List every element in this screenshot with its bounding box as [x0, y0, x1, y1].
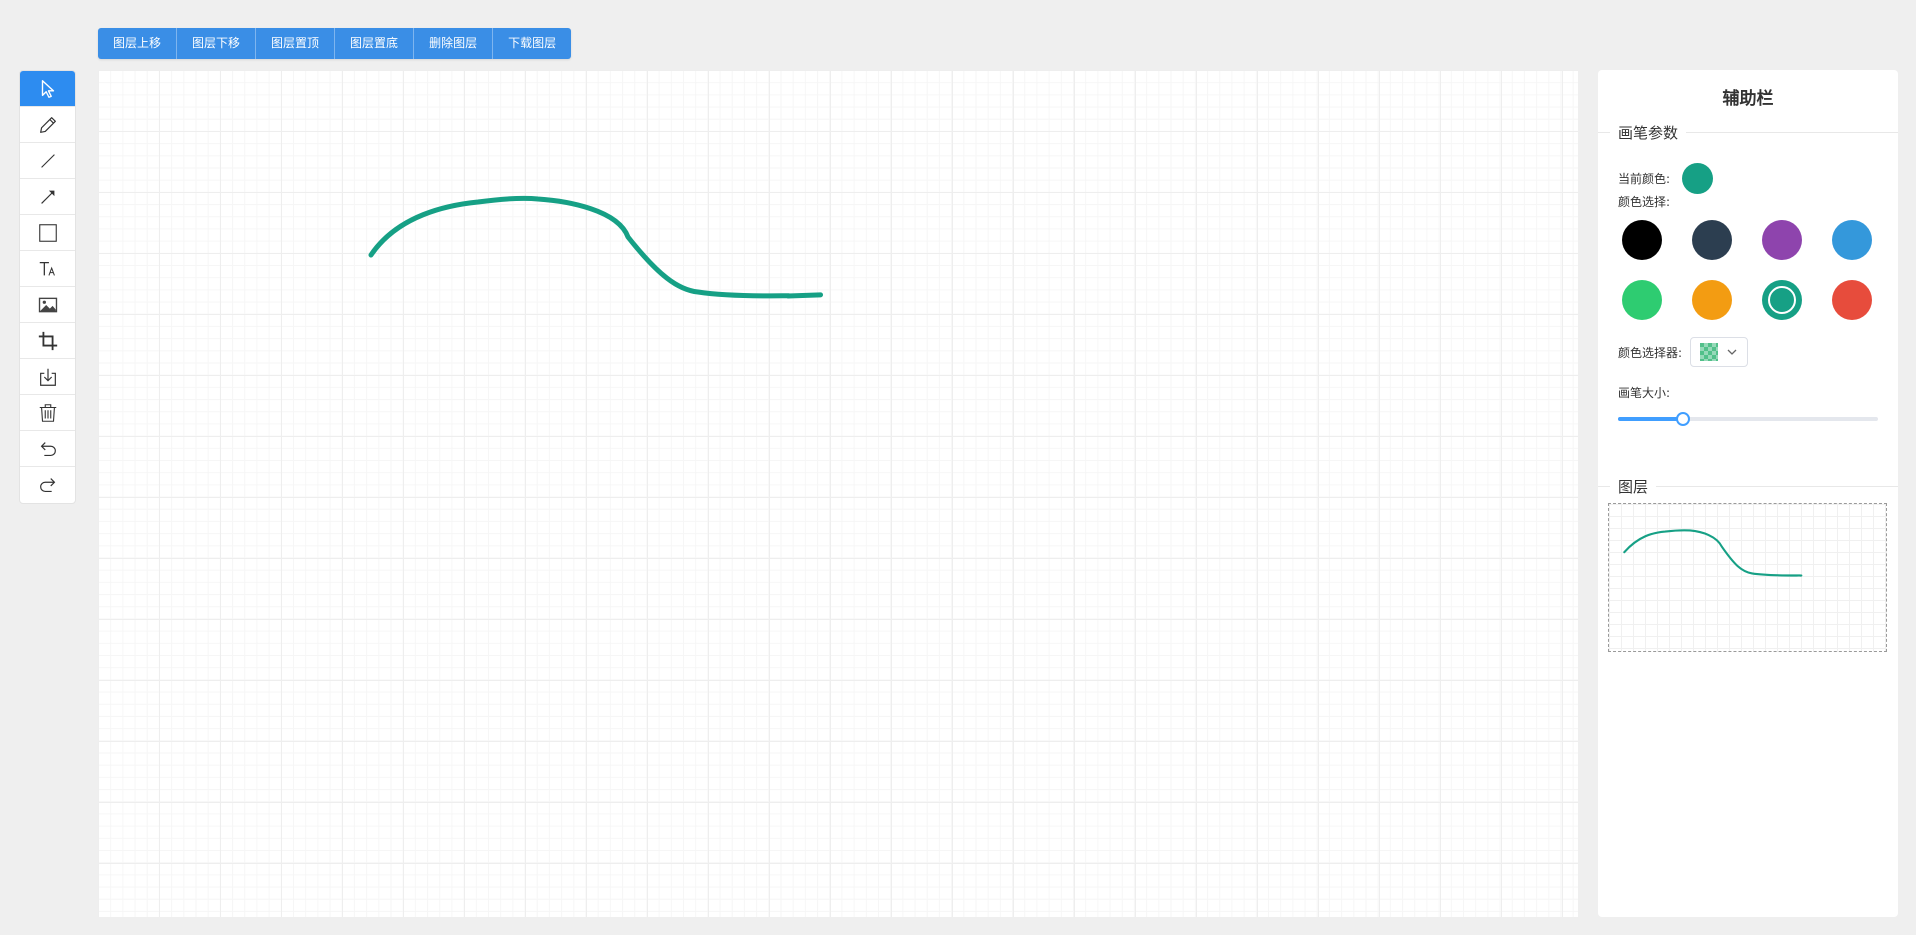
color-picker-row: 颜色选择器: — [1618, 337, 1749, 367]
crop-tool[interactable] — [20, 323, 75, 359]
layer-toolbar: 图层上移 图层下移 图层置顶 图层置底 删除图层 下载图层 — [98, 28, 572, 59]
layer-move-down-button[interactable]: 图层下移 — [177, 28, 257, 59]
brush-params-heading: 画笔参数 — [1610, 122, 1687, 143]
color-picker-chip — [1700, 343, 1719, 361]
color-swatch-blue[interactable] — [1832, 220, 1872, 260]
color-swatch-red[interactable] — [1832, 280, 1872, 320]
image-icon — [38, 297, 57, 312]
brush-size-slider-fill — [1618, 417, 1683, 421]
color-swatch-dark-blue[interactable] — [1692, 220, 1732, 260]
layer-bring-to-top-button[interactable]: 图层置顶 — [256, 28, 336, 59]
layer-thumbnail-stroke — [1623, 529, 1803, 577]
text-icon — [39, 261, 55, 276]
color-swatch-purple[interactable] — [1762, 220, 1802, 260]
text-tool[interactable] — [20, 251, 75, 287]
arrow-tool[interactable] — [20, 179, 75, 215]
layer-move-up-button[interactable]: 图层上移 — [98, 28, 178, 59]
delete-tool[interactable] — [20, 395, 75, 431]
brush-stroke — [368, 195, 823, 299]
redo-icon — [39, 478, 55, 493]
select-tool[interactable] — [20, 71, 75, 107]
download-icon — [39, 368, 56, 386]
cursor-icon — [41, 79, 54, 98]
chevron-down-icon — [1727, 349, 1737, 355]
delete-layer-button[interactable]: 删除图层 — [414, 28, 494, 59]
current-color-label: 当前颜色: — [1618, 172, 1671, 186]
toolbox — [19, 70, 76, 504]
image-tool[interactable] — [20, 287, 75, 323]
drawing-canvas[interactable] — [98, 70, 1578, 917]
crop-icon — [38, 331, 57, 350]
rectangle-tool[interactable] — [20, 215, 75, 251]
layers-section: 图层 — [1598, 476, 1898, 497]
brush-size-slider-handle[interactable] — [1676, 412, 1690, 426]
color-swatch-teal[interactable] — [1762, 280, 1802, 320]
redo-tool[interactable] — [20, 467, 75, 503]
current-color-swatch — [1682, 163, 1714, 194]
brush-size-label: 画笔大小: — [1618, 386, 1671, 400]
layer-thumbnail[interactable] — [1608, 503, 1887, 652]
pencil-icon — [39, 116, 56, 133]
color-picker-label: 颜色选择器: — [1618, 345, 1683, 360]
download-tool[interactable] — [20, 359, 75, 395]
current-color-row: 当前颜色: — [1618, 163, 1714, 194]
color-swatch-grid — [1622, 220, 1882, 320]
color-swatch-black[interactable] — [1622, 220, 1662, 260]
color-picker[interactable] — [1690, 337, 1749, 367]
canvas-drawing-layer — [368, 195, 823, 299]
color-select-label: 颜色选择: — [1618, 195, 1671, 209]
brush-size-slider[interactable] — [1618, 412, 1878, 426]
pencil-tool[interactable] — [20, 107, 75, 143]
auxiliary-panel: 辅助栏 画笔参数 当前颜色: 颜色选择: 颜色选择器: 画笔大小: 图层 — [1598, 70, 1898, 917]
arrow-icon — [40, 190, 54, 204]
undo-icon — [40, 441, 56, 456]
color-swatch-green[interactable] — [1622, 280, 1662, 320]
line-icon — [40, 153, 55, 168]
brush-params-section: 画笔参数 — [1598, 122, 1898, 143]
trash-icon — [39, 403, 56, 422]
layer-send-to-bottom-button[interactable]: 图层置底 — [335, 28, 415, 59]
layer-thumbnail-preview — [1623, 529, 1803, 577]
undo-tool[interactable] — [20, 431, 75, 467]
rectangle-icon — [38, 223, 57, 242]
layers-heading: 图层 — [1610, 476, 1657, 497]
line-tool[interactable] — [20, 143, 75, 179]
panel-title: 辅助栏 — [1722, 89, 1774, 109]
color-swatch-orange[interactable] — [1692, 280, 1732, 320]
download-layer-button[interactable]: 下载图层 — [493, 28, 571, 59]
